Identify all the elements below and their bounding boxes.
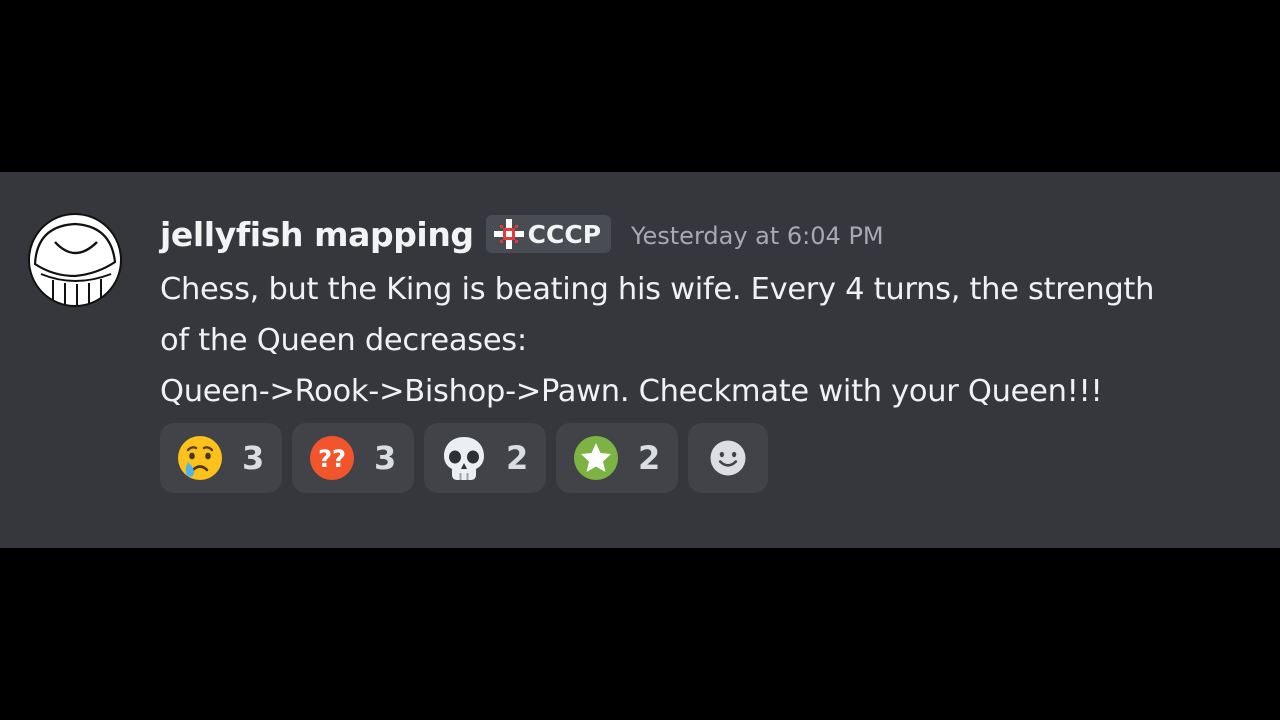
reaction-star[interactable]: 2 [556,423,678,493]
username[interactable]: jellyfish mapping [160,215,474,254]
reaction-count: 2 [506,439,529,477]
server-tag[interactable]: CCCP [485,215,612,253]
message-line: Chess, but the King is beating his wife.… [160,272,1155,307]
jellyfish-doodle-avatar-icon [28,213,122,307]
reaction-count: 3 [242,439,265,477]
double-question-mark-icon: ?? [310,436,354,480]
reaction-count: 3 [374,439,397,477]
reaction-count: 2 [638,439,661,477]
reaction-question[interactable]: ?? 3 [292,423,414,493]
add-reaction-button[interactable] [688,423,768,493]
reaction-crying[interactable]: 3 [160,423,282,493]
server-tag-label: CCCP [527,219,602,249]
message-header: jellyfish mapping CCCP Yesterday at 6:04… [160,212,884,256]
message-timestamp[interactable]: Yesterday at 6:04 PM [631,222,884,250]
message-content: Chess, but the King is beating his wife.… [160,264,1220,417]
avatar[interactable] [27,212,123,308]
reaction-bar: 3 ?? 3 2 2 [160,423,768,493]
svg-text:??: ?? [318,445,346,473]
crying-face-icon [178,436,222,480]
message-line: Queen->Rook->Bishop->Pawn. Checkmate wit… [160,374,1103,409]
chat-message: jellyfish mapping CCCP Yesterday at 6:04… [0,172,1280,548]
smiley-add-reaction-icon [710,440,746,476]
pixel-compass-icon [493,219,524,249]
skull-icon [444,437,484,480]
star-badge-icon [574,436,618,480]
reaction-skull[interactable]: 2 [424,423,546,493]
message-line: of the Queen decreases: [160,323,527,358]
